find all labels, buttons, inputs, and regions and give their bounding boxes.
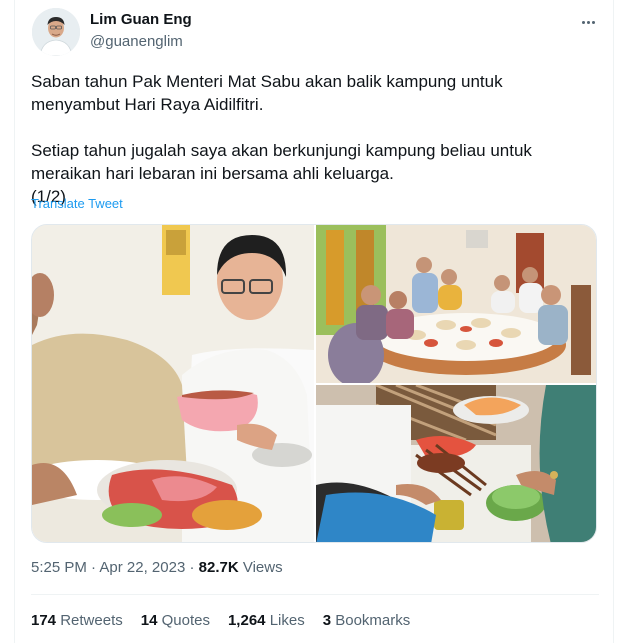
retweets-label: Retweets xyxy=(60,612,123,629)
tweet-meta: 5:25 PM · Apr 22, 2023 · 82.7K Views xyxy=(31,559,283,576)
photo-2[interactable] xyxy=(316,225,596,383)
views-count: 82.7K xyxy=(198,559,239,576)
tweet-date[interactable]: Apr 22, 2023 xyxy=(99,559,185,576)
meta-separator: · xyxy=(189,559,199,576)
likes-count: 1,264 xyxy=(227,612,266,629)
bookmarks-count: 3 xyxy=(322,612,332,629)
quotes-count: 14 xyxy=(140,612,158,629)
author-handle[interactable]: @guanenglim xyxy=(90,33,183,50)
quotes-label: Quotes xyxy=(161,612,210,629)
tweet-stats: 174 Retweets 14 Quotes 1,264 Likes 3 Boo… xyxy=(31,612,410,629)
retweets-stat[interactable]: 174 Retweets xyxy=(31,612,123,629)
quotes-stat[interactable]: 14 Quotes xyxy=(141,612,210,629)
bookmarks-label: Bookmarks xyxy=(335,612,411,629)
bookmarks-stat[interactable]: 3 Bookmarks xyxy=(323,612,411,629)
more-options-icon[interactable] xyxy=(576,10,600,34)
retweets-count: 174 xyxy=(31,612,57,629)
tweet-time[interactable]: 5:25 PM xyxy=(31,559,87,576)
photo-1[interactable] xyxy=(32,225,314,542)
tweet-media-grid xyxy=(31,224,597,543)
avatar[interactable] xyxy=(32,8,80,56)
author-name[interactable]: Lim Guan Eng xyxy=(90,11,192,28)
translate-tweet-link[interactable]: Translate Tweet xyxy=(31,196,123,211)
views-label: Views xyxy=(242,559,283,576)
likes-label: Likes xyxy=(269,612,305,629)
likes-stat[interactable]: 1,264 Likes xyxy=(228,612,305,629)
photo-3[interactable] xyxy=(316,385,596,542)
divider xyxy=(31,594,599,595)
tweet-text: Saban tahun Pak Menteri Mat Sabu akan ba… xyxy=(31,72,532,206)
